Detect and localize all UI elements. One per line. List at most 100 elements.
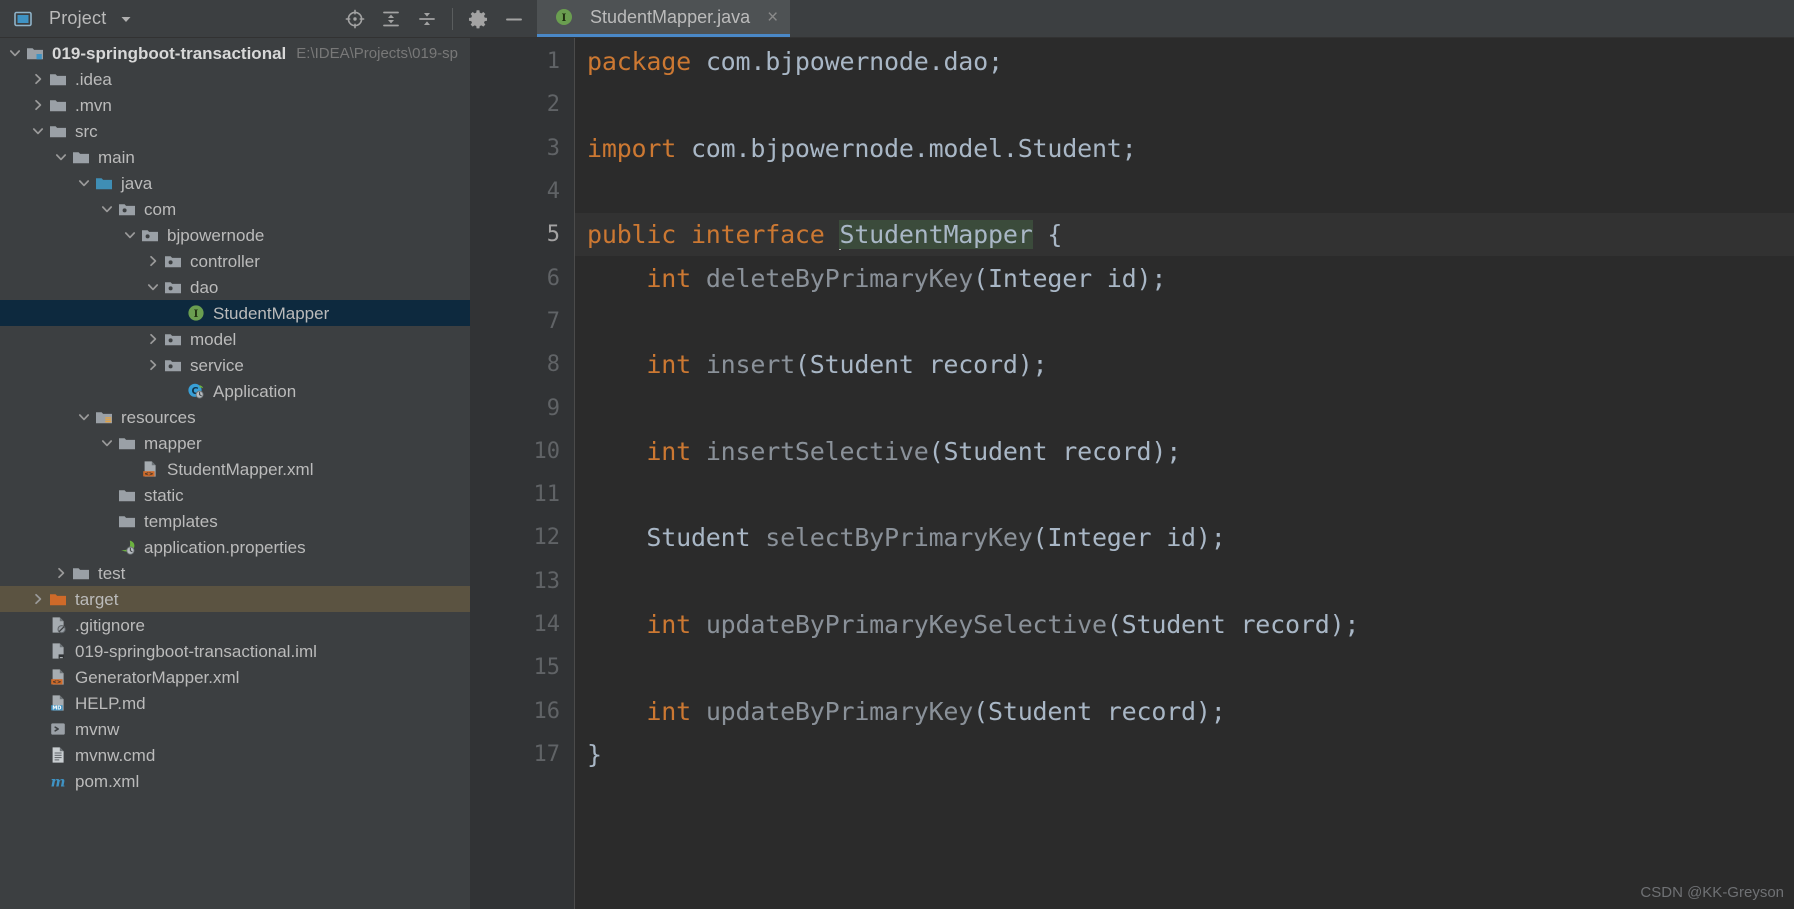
- tree-row-test[interactable]: test: [0, 560, 470, 586]
- chevron-right-icon[interactable]: [144, 358, 162, 372]
- tree-row-label: StudentMapper: [213, 303, 330, 323]
- editor-tab-studentmapper[interactable]: I StudentMapper.java ×: [537, 0, 791, 37]
- line-number[interactable]: 2: [470, 83, 574, 126]
- line-number[interactable]: 11: [470, 473, 574, 516]
- chevron-down-icon[interactable]: [6, 46, 24, 60]
- line-number[interactable]: 1: [470, 40, 574, 83]
- code-line[interactable]: Student selectByPrimaryKey (Integer id);: [575, 516, 1794, 559]
- line-number[interactable]: 16: [470, 689, 574, 732]
- idea-window: Project I StudentMapper.java × 019-sprin…: [0, 0, 1794, 909]
- chevron-right-icon[interactable]: [29, 72, 47, 86]
- tree-row-019-springboot-transactional-iml[interactable]: 019-springboot-transactional.iml: [0, 638, 470, 664]
- code-line[interactable]: [575, 473, 1794, 516]
- code-line[interactable]: [575, 300, 1794, 343]
- code-editor[interactable]: 1 2 3 4 5 6 7 8 9 10 11 12 13 14 15 16 17 package com.bj…: [470, 38, 1794, 909]
- line-number[interactable]: 9: [470, 386, 574, 429]
- project-toolwindow-actions: [344, 7, 529, 30]
- code-line[interactable]: int updateByPrimaryKey (Student record);: [575, 689, 1794, 732]
- chevron-down-icon[interactable]: [98, 202, 116, 216]
- code-line[interactable]: package com.bjpowernode.dao;: [575, 40, 1794, 83]
- chevron-down-icon[interactable]: [98, 436, 116, 450]
- chevron-right-icon[interactable]: [52, 566, 70, 580]
- collapse-all-icon[interactable]: [416, 8, 438, 30]
- tree-row-mvnw-cmd[interactable]: mvnw.cmd: [0, 742, 470, 768]
- tree-row-static[interactable]: static: [0, 482, 470, 508]
- tree-row-resources[interactable]: resources: [0, 404, 470, 430]
- tree-row-application[interactable]: C Application: [0, 378, 470, 404]
- code-line[interactable]: int insertSelective (Student record);: [575, 430, 1794, 473]
- tree-row--idea[interactable]: .idea: [0, 66, 470, 92]
- tree-row-studentmapper-xml[interactable]: <> StudentMapper.xml: [0, 456, 470, 482]
- line-number[interactable]: 6: [470, 256, 574, 299]
- tree-row-model[interactable]: model: [0, 326, 470, 352]
- tree-row-java[interactable]: java: [0, 170, 470, 196]
- tree-row-service[interactable]: service: [0, 352, 470, 378]
- tree-row-com[interactable]: com: [0, 196, 470, 222]
- folder-icon: [47, 121, 69, 141]
- tree-row-src[interactable]: src: [0, 118, 470, 144]
- line-number[interactable]: 13: [470, 560, 574, 603]
- code-line[interactable]: [575, 560, 1794, 603]
- line-number[interactable]: 7: [470, 300, 574, 343]
- chevron-down-icon[interactable]: [121, 228, 139, 242]
- code-line[interactable]: int deleteByPrimaryKey (Integer id);: [575, 256, 1794, 299]
- code-token: updateByPrimaryKeySelective: [705, 610, 1107, 639]
- tree-row-templates[interactable]: templates: [0, 508, 470, 534]
- code-line[interactable]: int updateByPrimaryKeySelective (Student …: [575, 603, 1794, 646]
- close-icon[interactable]: ×: [759, 8, 778, 27]
- code-line[interactable]: import com.bjpowernode.model.Student;: [575, 127, 1794, 170]
- minimize-icon[interactable]: [503, 8, 525, 30]
- gear-icon[interactable]: [467, 8, 489, 30]
- tree-row-dao[interactable]: dao: [0, 274, 470, 300]
- line-number[interactable]: 10: [470, 430, 574, 473]
- tree-row-studentmapper[interactable]: I StudentMapper: [0, 300, 470, 326]
- code-line[interactable]: public interface StudentMapper {: [575, 213, 1794, 257]
- chevron-right-icon[interactable]: [144, 254, 162, 268]
- line-number[interactable]: 12: [470, 516, 574, 559]
- folder-icon: [116, 485, 138, 505]
- code-line[interactable]: [575, 646, 1794, 689]
- tree-row-application-properties[interactable]: application.properties: [0, 534, 470, 560]
- tree-row-help-md[interactable]: MD HELP.md: [0, 690, 470, 716]
- tree-row-controller[interactable]: controller: [0, 248, 470, 274]
- chevron-down-icon[interactable]: [75, 410, 93, 424]
- code-line[interactable]: [575, 386, 1794, 429]
- line-number[interactable]: 14: [470, 603, 574, 646]
- tree-row--gitignore[interactable]: .gitignore: [0, 612, 470, 638]
- project-toolwindow-title-group[interactable]: Project: [12, 8, 143, 29]
- package-icon: [162, 329, 184, 349]
- line-number[interactable]: 5: [470, 213, 574, 256]
- select-opened-file-icon[interactable]: [344, 8, 366, 30]
- tree-row-label: StudentMapper.xml: [167, 459, 314, 479]
- chevron-right-icon[interactable]: [144, 332, 162, 346]
- chevron-right-icon[interactable]: [29, 98, 47, 112]
- line-number[interactable]: 17: [470, 733, 574, 776]
- chevron-right-icon[interactable]: [29, 592, 47, 606]
- line-number[interactable]: 4: [470, 170, 574, 213]
- chevron-down-icon[interactable]: [52, 150, 70, 164]
- code-line[interactable]: }: [575, 733, 1794, 776]
- tree-row-mapper[interactable]: mapper: [0, 430, 470, 456]
- tree-row-019-springboot-transactional[interactable]: 019-springboot-transactional E:\IDEA\Proj…: [0, 40, 470, 66]
- code-content[interactable]: package com.bjpowernode.dao; import com.b…: [575, 38, 1794, 909]
- tree-row-generatormapper-xml[interactable]: <> GeneratorMapper.xml: [0, 664, 470, 690]
- project-tree[interactable]: 019-springboot-transactional E:\IDEA\Proj…: [0, 38, 470, 909]
- code-line[interactable]: int insert (Student record);: [575, 343, 1794, 386]
- expand-all-icon[interactable]: [380, 8, 402, 30]
- chevron-down-icon[interactable]: [144, 280, 162, 294]
- tree-row-pom-xml[interactable]: m pom.xml: [0, 768, 470, 794]
- line-number[interactable]: 8: [470, 343, 574, 386]
- chevron-down-icon[interactable]: [75, 176, 93, 190]
- chevron-down-icon[interactable]: [29, 124, 47, 138]
- tree-row-target[interactable]: target: [0, 586, 470, 612]
- tree-row--mvn[interactable]: .mvn: [0, 92, 470, 118]
- tree-row-mvnw[interactable]: mvnw: [0, 716, 470, 742]
- tree-row-bjpowernode[interactable]: bjpowernode: [0, 222, 470, 248]
- code-line[interactable]: [575, 170, 1794, 213]
- chevron-down-icon[interactable]: [115, 11, 137, 27]
- line-number[interactable]: 3: [470, 127, 574, 170]
- tree-row-label: resources: [121, 407, 196, 427]
- line-number[interactable]: 15: [470, 646, 574, 689]
- tree-row-main[interactable]: main: [0, 144, 470, 170]
- code-line[interactable]: [575, 83, 1794, 126]
